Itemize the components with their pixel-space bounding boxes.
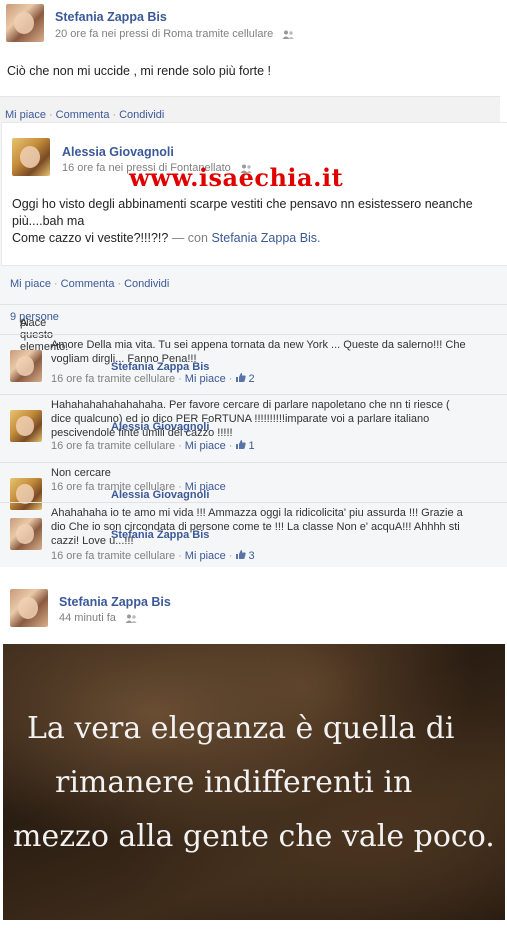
body-line: Come cazzo vi vestite?!!!?!? — con Stefa… — [12, 230, 502, 247]
thumbs-up-icon — [236, 550, 247, 559]
post-body: Oggi ho visto degli abbinamenti scarpe v… — [12, 196, 502, 247]
post-2: Alessia Giovagnoli 16 ore fa nei pressi … — [0, 122, 507, 567]
comment: Alessia Giovagnoli Hahahahahahahahaha. P… — [0, 394, 507, 463]
comment-text: Stefania Zappa Bis Ahahahaha io te amo m… — [51, 506, 471, 548]
comment-body: Non cercare — [51, 467, 111, 479]
like-count[interactable]: 2 — [235, 373, 255, 385]
quote-line: mezzo alla gente che vale poco. — [13, 819, 495, 854]
body-text: Come cazzo vi vestite?!!!?!? — [12, 231, 169, 245]
tagged-friend-link[interactable]: Stefania Zappa Bis. — [211, 231, 320, 245]
photo-quote: La vera eleganza è quella di rimanere in… — [3, 702, 505, 864]
like-count-value: 1 — [248, 440, 255, 452]
comment-meta: 16 ore fa tramite cellulare · Mi piace — [51, 481, 226, 493]
comment-text: Stefania Zappa Bis Amore Della mia vita.… — [51, 338, 471, 373]
comment: Stefania Zappa Bis Amore Della mia vita.… — [0, 334, 507, 401]
likes-text: A 9 persone piace questo elemento. — [10, 311, 68, 353]
comment-like-link[interactable]: Mi piace — [185, 440, 226, 452]
comment-meta: 16 ore fa tramite cellulare · Mi piace · 2 — [51, 373, 255, 385]
comment-author[interactable]: Alessia Giovagnoli — [111, 420, 209, 434]
post-actions: Mi piace · Commenta · Condividi — [10, 278, 170, 290]
comment: Stefania Zappa Bis Ahahahaha io te amo m… — [0, 502, 507, 567]
post-actions: Mi piace · Commenta · Condividi — [0, 96, 500, 123]
post-meta-text: 44 minuti fa — [59, 612, 116, 624]
avatar[interactable] — [6, 4, 44, 42]
like-link[interactable]: Mi piace — [5, 109, 46, 121]
friends-icon — [125, 614, 137, 623]
thumbs-up-icon — [236, 440, 247, 449]
comment-avatar[interactable] — [10, 518, 42, 550]
like-count[interactable]: 1 — [235, 440, 255, 452]
comment-like-link[interactable]: Mi piace — [185, 550, 226, 562]
like-count-value: 3 — [248, 550, 255, 562]
share-link[interactable]: Condividi — [119, 109, 164, 121]
post-meta: 44 minuti fa — [59, 612, 137, 624]
post-meta-text: 20 ore fa nei pressi di Roma tramite cel… — [55, 28, 274, 40]
friends-icon — [282, 30, 295, 39]
thumbs-up-icon — [236, 373, 247, 382]
comment-link[interactable]: Commenta — [56, 109, 110, 121]
like-link[interactable]: Mi piace — [10, 278, 51, 290]
body-line: più....bah ma — [12, 214, 85, 228]
likes-summary: A 9 persone piace questo elemento. — [0, 304, 507, 353]
with-text: — con — [171, 231, 208, 245]
avatar[interactable] — [10, 589, 48, 627]
comment-avatar[interactable] — [10, 350, 42, 382]
comment: Alessia Giovagnoli Non cercare 16 ore fa… — [0, 462, 507, 510]
post-2-card: Alessia Giovagnoli 16 ore fa nei pressi … — [1, 122, 507, 266]
quote-line: rimanere indifferenti in — [55, 765, 413, 800]
comment-text: Alessia Giovagnoli Hahahahahahahahaha. P… — [51, 398, 471, 440]
comment-like-link[interactable]: Mi piace — [185, 481, 226, 493]
comment-text: Alessia Giovagnoli Non cercare — [51, 466, 471, 501]
author-name[interactable]: Alessia Giovagnoli — [62, 145, 174, 159]
comment-meta: 16 ore fa tramite cellulare · Mi piace · 1 — [51, 440, 255, 452]
comment-meta: 16 ore fa tramite cellulare · Mi piace · 3 — [51, 550, 255, 562]
comment-author[interactable]: Stefania Zappa Bis — [111, 528, 209, 542]
post-3: Stefania Zappa Bis 44 minuti fa La vera … — [0, 567, 507, 930]
share-link[interactable]: Condividi — [124, 278, 169, 290]
like-count-value: 2 — [248, 373, 255, 385]
comment-like-link[interactable]: Mi piace — [185, 373, 226, 385]
comment-time: 16 ore fa tramite cellulare — [51, 440, 176, 452]
post-photo[interactable]: La vera eleganza è quella di rimanere in… — [3, 644, 505, 920]
watermark: www.isaechia.it — [129, 163, 344, 192]
comment-avatar[interactable] — [10, 410, 42, 442]
author-name[interactable]: Stefania Zappa Bis — [55, 10, 167, 24]
post-meta: 20 ore fa nei pressi di Roma tramite cel… — [55, 28, 295, 40]
avatar[interactable] — [12, 138, 50, 176]
post-1: Stefania Zappa Bis 20 ore fa nei pressi … — [0, 0, 500, 96]
author-name[interactable]: Stefania Zappa Bis — [59, 595, 171, 609]
comment-time: 16 ore fa tramite cellulare — [51, 481, 176, 493]
post-body: Ciò che non mi uccide , mi rende solo pi… — [7, 64, 272, 78]
body-line: Oggi ho visto degli abbinamenti scarpe v… — [12, 197, 473, 211]
comment-link[interactable]: Commenta — [61, 278, 115, 290]
like-count[interactable]: 3 — [235, 550, 255, 562]
comment-time: 16 ore fa tramite cellulare — [51, 550, 176, 562]
comment-time: 16 ore fa tramite cellulare — [51, 373, 176, 385]
quote-line: La vera eleganza è quella di — [27, 711, 455, 746]
